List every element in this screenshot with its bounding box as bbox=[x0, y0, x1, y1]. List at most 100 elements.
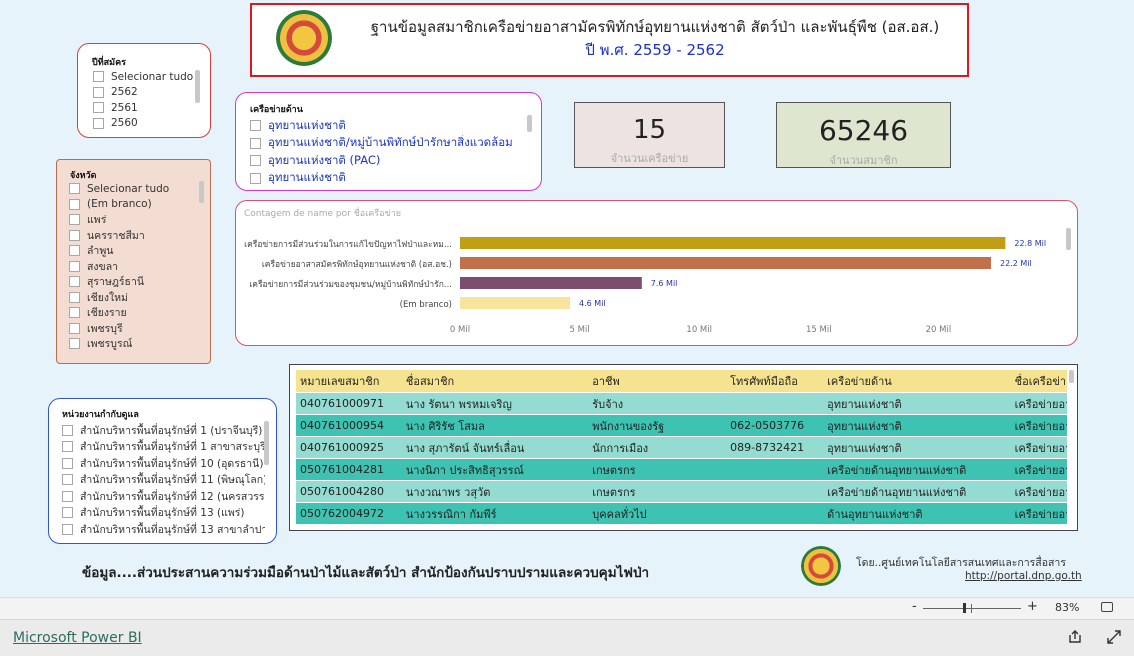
slicer-option[interactable]: นครราชสีมา bbox=[69, 228, 194, 244]
zoom-slider-thumb[interactable] bbox=[962, 603, 966, 613]
checkbox-icon[interactable] bbox=[250, 155, 261, 167]
slicer-option[interactable]: อุทยานแห่งชาติ bbox=[250, 170, 535, 188]
slicer-option[interactable]: เชียงใหม่ bbox=[69, 290, 194, 306]
slicer-option[interactable]: อุทยานแห่งชาติ (PAC) bbox=[250, 152, 535, 170]
checkbox-icon[interactable] bbox=[62, 474, 73, 486]
share-icon[interactable] bbox=[1067, 629, 1083, 649]
zoom-in-button[interactable]: + bbox=[1027, 599, 1038, 614]
slicer-option[interactable]: สุราษฎร์ธานี bbox=[69, 274, 194, 290]
table-row[interactable]: 040761000925 นาง สุภารัตน์ จันทร์เลื่อน นั… bbox=[296, 436, 1067, 459]
table-cell: อุทยานแห่งชาติ bbox=[823, 436, 1011, 459]
column-header[interactable]: เครือข่ายด้าน bbox=[823, 370, 1011, 393]
kpi-member-value: 65246 bbox=[818, 114, 909, 147]
fullscreen-icon[interactable] bbox=[1106, 629, 1122, 649]
checkbox-icon[interactable] bbox=[69, 229, 80, 241]
credit-url-link[interactable]: http://portal.dnp.go.th bbox=[965, 570, 1082, 582]
checkbox-icon[interactable] bbox=[69, 307, 80, 319]
slicer-option[interactable]: 2560 bbox=[93, 116, 193, 132]
checkbox-icon[interactable] bbox=[93, 71, 104, 83]
checkbox-icon[interactable] bbox=[69, 291, 80, 303]
checkbox-icon[interactable] bbox=[69, 260, 80, 272]
year-slicer[interactable]: ปีที่สมัคร Selecionar tudo 2562 2561 2560 bbox=[77, 43, 211, 138]
table-row[interactable]: 040761000954 นาง ศิริรัช โสมล พนักงานของรั… bbox=[296, 414, 1067, 437]
checkbox-icon[interactable] bbox=[69, 276, 80, 288]
network-slicer-list: อุทยานแห่งชาติ อุทยานแห่งชาติ/หมู่บ้านพิท… bbox=[250, 117, 535, 187]
checkbox-icon[interactable] bbox=[93, 86, 104, 98]
column-header[interactable]: โทรศัพท์มือถือ bbox=[726, 370, 824, 393]
table-cell: นักการเมือง bbox=[588, 436, 727, 459]
checkbox-icon[interactable] bbox=[93, 102, 104, 114]
network-slicer-title: เครือข่ายด้าน bbox=[250, 105, 303, 115]
checkbox-icon[interactable] bbox=[69, 214, 80, 226]
unit-slicer-scrollbar[interactable] bbox=[264, 421, 269, 465]
unit-slicer[interactable]: หน่วยงานกำกับดูแล สำนักบริหารพื้นที่อนุร… bbox=[48, 398, 277, 544]
slicer-option[interactable]: Selecionar tudo bbox=[69, 181, 194, 197]
slicer-option[interactable]: เพชรบุรี bbox=[69, 321, 194, 337]
slicer-option[interactable]: อุทยานแห่งชาติ/หมู่บ้านพิทักษ์ป่ารักษาสิ… bbox=[250, 135, 535, 153]
table-row[interactable]: 050761004281 นางนิภา ประสิทธิสุวรรณ์ เกษตร… bbox=[296, 458, 1067, 481]
province-slicer[interactable]: จังหวัด Selecionar tudo (Em branco) แพร่ นค… bbox=[56, 159, 211, 364]
bar[interactable] bbox=[460, 297, 571, 309]
slicer-option[interactable]: 2561 bbox=[93, 100, 193, 116]
chart-scrollbar[interactable] bbox=[1066, 228, 1071, 250]
powerbi-brand-link[interactable]: Microsoft Power BI bbox=[13, 630, 142, 646]
slicer-option[interactable]: สำนักบริหารพื้นที่อนุรักษ์ที่ 1 (ปราจีนบ… bbox=[62, 422, 265, 439]
member-table: หมายเลขสมาชิก ชื่อสมาชิก อาชีพ โทรศัพท์มือถ… bbox=[296, 370, 1067, 524]
network-slicer-scrollbar[interactable] bbox=[527, 115, 532, 132]
slicer-option[interactable]: สำนักบริหารพื้นที่อนุรักษ์ที่ 13 (แพร่) bbox=[62, 505, 265, 522]
zoom-out-button[interactable]: - bbox=[912, 599, 917, 614]
bar[interactable] bbox=[460, 237, 1006, 249]
checkbox-icon[interactable] bbox=[62, 490, 73, 502]
province-slicer-scrollbar[interactable] bbox=[199, 181, 204, 203]
slicer-option-label: สำนักบริหารพื้นที่อนุรักษ์ที่ 13 (แพร่) bbox=[80, 507, 245, 520]
slicer-option[interactable]: เชียงราย bbox=[69, 305, 194, 321]
table-scrollbar[interactable] bbox=[1069, 370, 1074, 383]
slicer-option[interactable]: สำนักบริหารพื้นที่อนุรักษ์ที่ 12 (นครสวร… bbox=[62, 488, 265, 505]
slicer-option-label: สำนักบริหารพื้นที่อนุรักษ์ที่ 13 สาขาลำป… bbox=[80, 523, 265, 536]
slicer-option[interactable]: สำนักบริหารพื้นที่อนุรักษ์ที่ 10 (อุดรธา… bbox=[62, 455, 265, 472]
bar[interactable] bbox=[460, 257, 992, 269]
fit-page-icon[interactable] bbox=[1101, 602, 1113, 612]
checkbox-icon[interactable] bbox=[69, 198, 80, 210]
slicer-option[interactable]: สำนักบริหารพื้นที่อนุรักษ์ที่ 13 สาขาลำป… bbox=[62, 521, 265, 538]
year-slicer-scrollbar[interactable] bbox=[195, 70, 200, 103]
bar[interactable] bbox=[460, 277, 642, 289]
column-header[interactable]: ชื่อสมาชิก bbox=[401, 370, 589, 393]
column-header[interactable]: หมายเลขสมาชิก bbox=[296, 370, 402, 393]
checkbox-icon[interactable] bbox=[250, 137, 261, 149]
slicer-option[interactable]: Selecionar tudo bbox=[93, 69, 193, 85]
table-row[interactable]: 050761004280 นางวณาพร วสุวัต เกษตรกร เครือข… bbox=[296, 480, 1067, 503]
slicer-option[interactable]: 2562 bbox=[93, 85, 193, 101]
slicer-option[interactable]: เพชรบูรณ์ bbox=[69, 336, 194, 352]
checkbox-icon[interactable] bbox=[250, 172, 261, 184]
network-slicer[interactable]: เครือข่ายด้าน อุทยานแห่งชาติ อุทยานแห่งชา… bbox=[235, 92, 542, 191]
checkbox-icon[interactable] bbox=[62, 457, 73, 469]
slicer-option[interactable]: สำนักบริหารพื้นที่อนุรักษ์ที่ 11 (พิษณุโ… bbox=[62, 472, 265, 489]
column-header[interactable]: ชื่อเครือข่าย bbox=[1010, 370, 1067, 393]
year-slicer-title: ปีที่สมัคร bbox=[92, 58, 126, 68]
table-row[interactable]: 050762004972 นางวรรณิกา กัมพีร์ บุคคลทั่วไ… bbox=[296, 502, 1067, 524]
slicer-option[interactable]: อุทยานแห่งชาติ bbox=[250, 117, 535, 135]
column-header[interactable]: อาชีพ bbox=[588, 370, 727, 393]
table-row[interactable]: 040761000971 นาง รัตนา พรหมเจริญ รับจ้าง อุ… bbox=[296, 392, 1067, 415]
dnp-logo-small bbox=[801, 546, 841, 586]
checkbox-icon[interactable] bbox=[250, 120, 261, 132]
checkbox-icon[interactable] bbox=[69, 322, 80, 334]
checkbox-icon[interactable] bbox=[62, 523, 73, 535]
checkbox-icon[interactable] bbox=[69, 245, 80, 257]
slicer-option[interactable]: สำนักบริหารพื้นที่อนุรักษ์ที่ 1 สาขาสระบ… bbox=[62, 439, 265, 456]
slicer-option[interactable]: (Em branco) bbox=[69, 197, 194, 213]
checkbox-icon[interactable] bbox=[69, 183, 80, 195]
bar-value-label: 7.6 Mil bbox=[651, 279, 678, 288]
checkbox-icon[interactable] bbox=[62, 424, 73, 436]
table-cell: 050762004972 bbox=[296, 502, 402, 524]
checkbox-icon[interactable] bbox=[93, 117, 104, 129]
checkbox-icon[interactable] bbox=[62, 441, 73, 453]
slicer-option[interactable]: ลำพูน bbox=[69, 243, 194, 259]
checkbox-icon[interactable] bbox=[69, 338, 80, 350]
slicer-option[interactable]: สงขลา bbox=[69, 259, 194, 275]
table-cell: เครือข่ายอาสาสมัครพิทักษ์อุทยา bbox=[1010, 414, 1067, 437]
zoom-slider-track[interactable] bbox=[923, 608, 1021, 609]
slicer-option[interactable]: แพร่ bbox=[69, 212, 194, 228]
checkbox-icon[interactable] bbox=[62, 507, 73, 519]
